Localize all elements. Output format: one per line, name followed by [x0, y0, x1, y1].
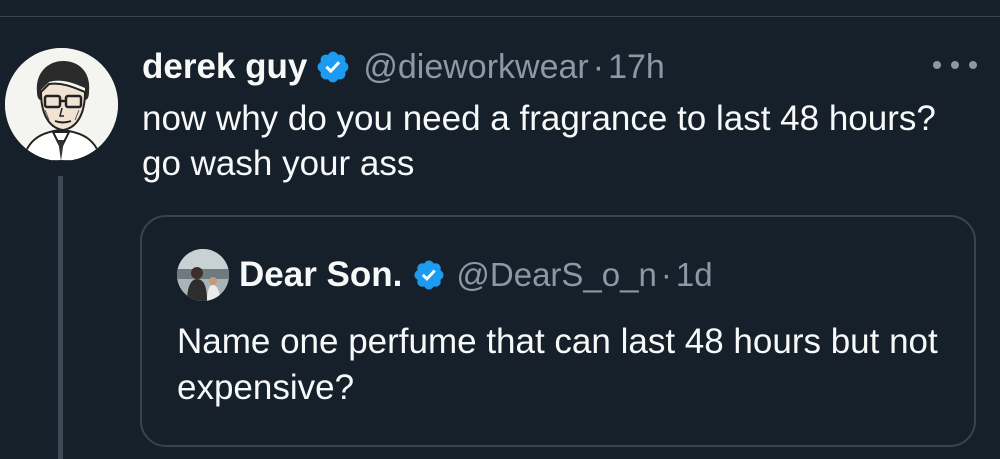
quoted-tweet-timestamp[interactable]: 1d	[676, 256, 713, 294]
tweet-timestamp[interactable]: 17h	[608, 48, 665, 87]
photo-avatar-icon	[177, 249, 229, 301]
author-name[interactable]: derek guy	[142, 47, 307, 87]
verified-badge-icon	[412, 258, 446, 292]
quoted-author-name[interactable]: Dear Son.	[239, 255, 402, 295]
quoted-tweet-header: Dear Son. @DearS_o_n · 1d	[239, 253, 713, 297]
author-handle[interactable]: @dieworkwear	[363, 48, 588, 87]
quoted-tweet[interactable]: Dear Son. @DearS_o_n · 1d Name one perfu…	[140, 215, 976, 447]
quoted-tweet-text: Name one perfume that can last 48 hours …	[177, 322, 938, 407]
more-options-icon[interactable]	[933, 55, 977, 75]
author-avatar[interactable]	[5, 48, 118, 161]
tweet-header: derek guy @dieworkwear · 17h	[142, 44, 665, 90]
thread-line	[58, 176, 63, 459]
tweet-text: now why do you need a fragrance to last …	[142, 99, 936, 183]
verified-badge-icon	[315, 49, 351, 85]
illustrated-man-portrait-icon	[5, 48, 118, 161]
quoted-author-avatar[interactable]	[177, 249, 229, 301]
quoted-author-handle[interactable]: @DearS_o_n	[456, 256, 656, 294]
header-separator: ·	[592, 47, 605, 86]
tweet[interactable]: derek guy @dieworkwear · 17h now why do …	[0, 0, 1000, 459]
quoted-header-separator: ·	[660, 256, 672, 293]
